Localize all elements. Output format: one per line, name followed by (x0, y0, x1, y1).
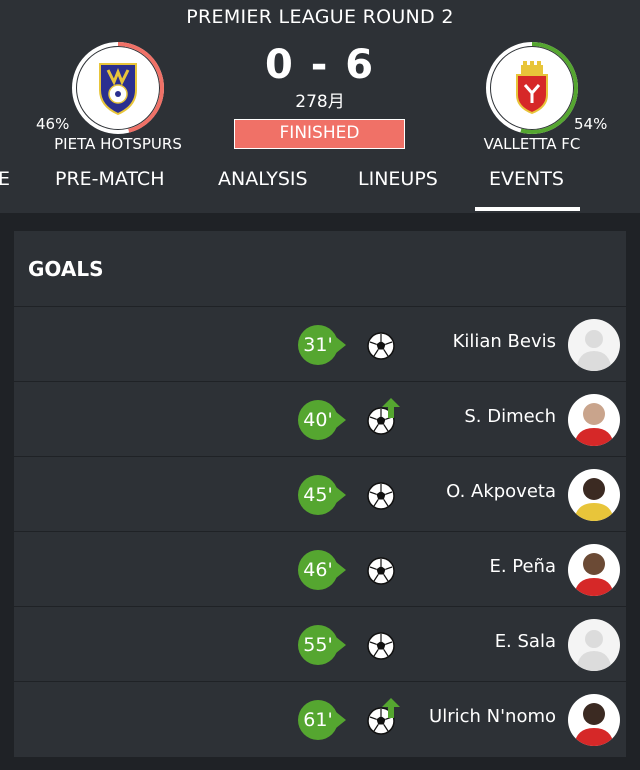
league-round-title: PREMIER LEAGUE ROUND 2 (186, 6, 454, 28)
match-header: PREMIER LEAGUE ROUND 2 46% PIETA HOTSPUR… (0, 0, 640, 213)
scorer-name[interactable]: O. Akpoveta (446, 481, 556, 502)
goal-minute-badge: 40' (298, 400, 338, 440)
goal-event-row[interactable]: 31' Kilian Bevis (14, 306, 626, 381)
player-avatar[interactable] (568, 394, 620, 446)
football-icon (366, 331, 396, 361)
tab-events[interactable]: EVENTS (489, 168, 564, 190)
minute-pointer (336, 637, 346, 653)
home-possession-pct: 46% (36, 115, 70, 133)
tab-partial[interactable]: E (0, 168, 10, 190)
goals-heading: GOALS (28, 257, 104, 281)
away-possession-pct: 54% (574, 115, 608, 133)
minute-pointer (336, 487, 346, 503)
minute-pointer (336, 712, 346, 728)
valletta-fc-logo (491, 47, 573, 129)
goals-card: GOALS 31' Kilian Bevis 40' S. Dimech 45' O. A… (14, 231, 626, 757)
goal-event-row[interactable]: 46' E. Peña (14, 531, 626, 606)
match-status-badge: FINISHED (234, 119, 405, 149)
goal-event-row[interactable]: 45' O. Akpoveta (14, 456, 626, 531)
minute-pointer (336, 562, 346, 578)
goal-event-row[interactable]: 55' E. Sala (14, 606, 626, 681)
goal-event-row[interactable]: 61' Ulrich N'nomo (14, 681, 626, 756)
goal-minute-badge: 45' (298, 475, 338, 515)
home-team-crest[interactable] (72, 42, 164, 134)
player-avatar[interactable] (568, 469, 620, 521)
goal-minute-badge: 46' (298, 550, 338, 590)
goal-minute-badge: 31' (298, 325, 338, 365)
scorer-name[interactable]: E. Peña (489, 556, 556, 577)
match-tabs: E PRE-MATCH ANALYSIS LINEUPS EVENTS (0, 168, 640, 213)
tab-lineups[interactable]: LINEUPS (358, 168, 438, 190)
football-icon (366, 481, 396, 511)
goal-with-assist-icon (366, 398, 400, 436)
home-team-name[interactable]: PIETA HOTSPURS (38, 135, 198, 153)
away-team-crest[interactable] (486, 42, 578, 134)
match-date: 278月 (295, 92, 345, 112)
pieta-hotspurs-logo (77, 47, 159, 129)
scorer-name[interactable]: S. Dimech (464, 406, 556, 427)
minute-pointer (336, 412, 346, 428)
minute-pointer (336, 337, 346, 353)
goal-minute-badge: 55' (298, 625, 338, 665)
player-avatar[interactable] (568, 694, 620, 746)
player-avatar[interactable] (568, 544, 620, 596)
goal-event-row[interactable]: 40' S. Dimech (14, 381, 626, 456)
active-tab-indicator (475, 207, 580, 211)
scorer-name[interactable]: Kilian Bevis (453, 331, 556, 352)
goal-minute-badge: 61' (298, 700, 338, 740)
tab-analysis[interactable]: ANALYSIS (218, 168, 308, 190)
player-avatar[interactable] (568, 619, 620, 671)
match-score: 0 - 6 (264, 42, 376, 88)
scorer-name[interactable]: E. Sala (495, 631, 556, 652)
scorer-name[interactable]: Ulrich N'nomo (429, 706, 556, 727)
football-icon (366, 631, 396, 661)
tab-pre-match[interactable]: PRE-MATCH (55, 168, 164, 190)
player-avatar[interactable] (568, 319, 620, 371)
goal-with-assist-icon (366, 698, 400, 736)
away-team-name[interactable]: VALLETTA FC (452, 135, 612, 153)
football-icon (366, 556, 396, 586)
